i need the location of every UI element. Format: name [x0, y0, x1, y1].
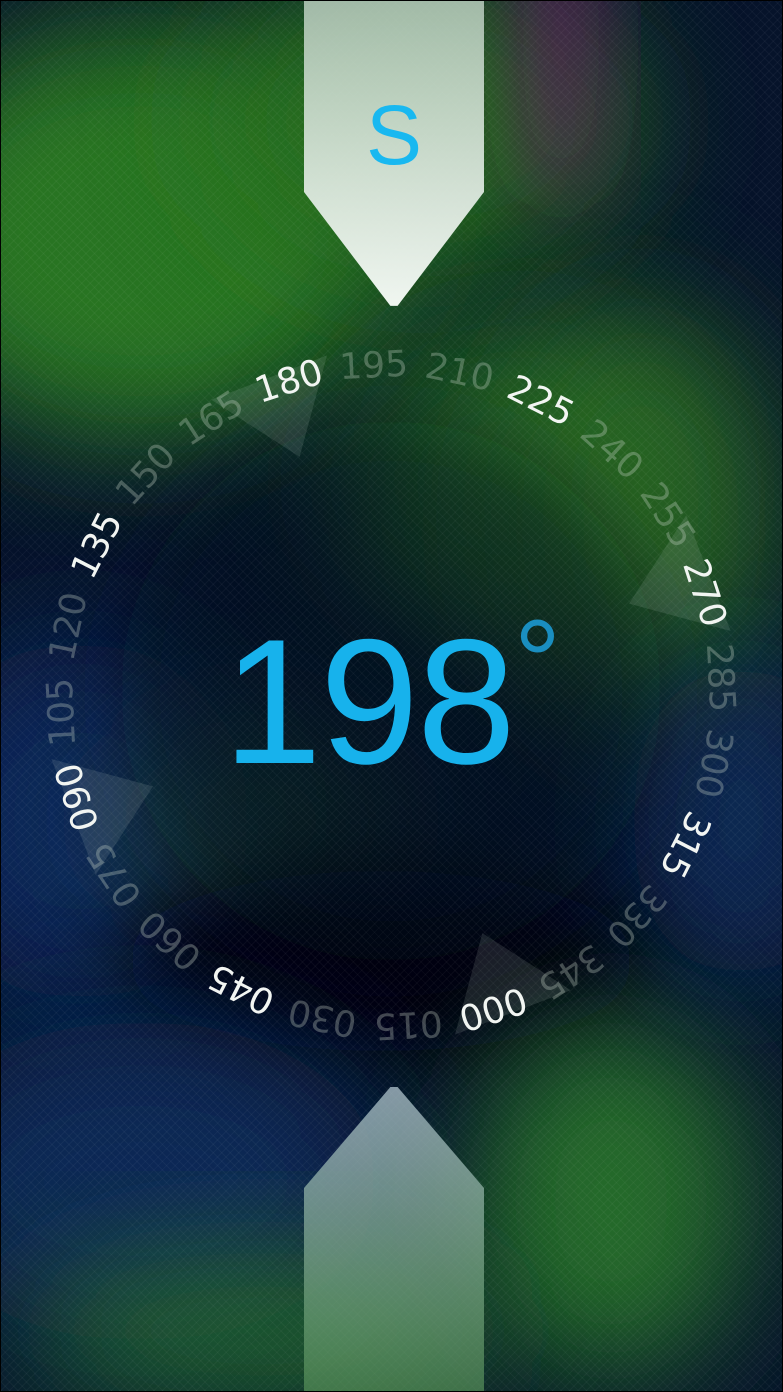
compass-screen: 180 195 210 225 240 255 270 285 300 315 330 345 000 0… [0, 0, 783, 1392]
dial-tick-label: 000 [454, 978, 532, 1038]
dial-tick-label: 105 [40, 677, 85, 748]
dial-tick-label: 285 [698, 642, 743, 713]
dial-tick-label: 150 [108, 435, 184, 514]
dial-tick-label: 195 [338, 344, 409, 389]
dial-tick-label: 135 [63, 505, 131, 585]
dial-tick-label: 030 [285, 990, 361, 1044]
heading-value: 198 [222, 602, 516, 801]
cardinal-direction: S [365, 88, 423, 182]
dial-tick-label: 315 [651, 805, 719, 885]
dial-tick-label: 300 [686, 726, 740, 802]
dial-tick-label: 060 [131, 902, 210, 978]
dial-tick-label: 270 [674, 554, 734, 632]
dial-tick-label: 180 [250, 352, 328, 412]
dial-tick-label: 210 [422, 346, 498, 400]
dial-tick-label: 090 [48, 758, 108, 836]
dial-tick-label: 045 [201, 955, 281, 1023]
dial-tick-label: 330 [598, 876, 674, 955]
heading-readout: 198° [141, 603, 641, 791]
dial-tick-label: 225 [501, 367, 581, 435]
dial-tick-label: 120 [42, 589, 96, 665]
dial-tick-label: 240 [572, 412, 651, 488]
heading-degree-symbol: ° [513, 596, 561, 728]
dial-tick-label: 015 [373, 1002, 444, 1047]
